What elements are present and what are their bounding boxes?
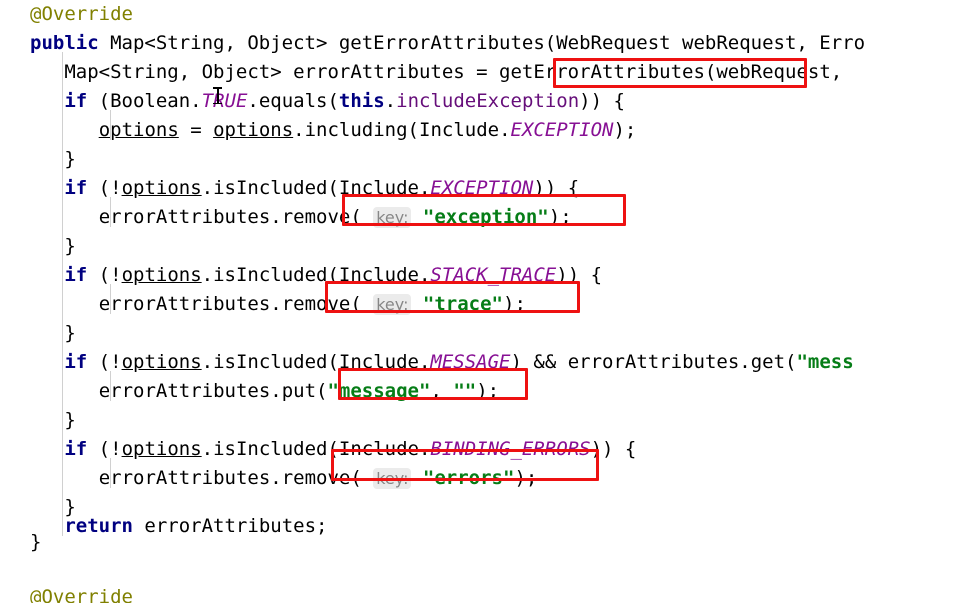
code-token-under: options [98, 119, 179, 141]
code-token-plain: .isIncluded(Include. [201, 438, 431, 460]
code-token-plain: )) { [556, 264, 603, 286]
code-token-plain: (Boolean. [87, 90, 202, 112]
code-token-str: "mess [796, 351, 854, 373]
code-token-const: TRUE [201, 90, 248, 112]
code-token-under: options [121, 438, 202, 460]
code-token-plain: (! [87, 264, 122, 286]
code-token-plain: ); [503, 293, 526, 315]
code-line[interactable]: errorAttributes.remove( key: "trace"); [99, 290, 526, 319]
code-token-plain: .equals( [247, 90, 339, 112]
code-token-plain: . [384, 90, 397, 112]
code-token-plain: } [64, 409, 76, 431]
code-token-plain: (! [87, 177, 122, 199]
code-token-under: options [213, 119, 294, 141]
code-token-kw: if [64, 177, 88, 199]
code-token-plain: ); [548, 206, 572, 228]
code-token-plain: (! [87, 351, 122, 373]
code-token-const: BINDING_ERRORS [430, 438, 591, 460]
code-line[interactable]: @Override [30, 583, 133, 603]
code-line[interactable]: errorAttributes.put("message", ""); [99, 377, 499, 406]
code-token-kw: return [64, 515, 133, 537]
code-token-plain: )) { [533, 177, 580, 199]
code-token-plain: Map<String, Object> getErrorAttributes(W… [98, 32, 866, 54]
code-token-plain: errorAttributes.put( [98, 380, 328, 402]
code-line[interactable]: if (!options.isIncluded(Include.EXCEPTIO… [64, 174, 579, 203]
code-line[interactable]: } [64, 406, 75, 435]
code-token-kw: if [64, 90, 88, 112]
code-token-plain: = [178, 119, 214, 141]
code-token-plain: } [30, 531, 42, 553]
code-token-hint: key: [373, 468, 412, 489]
code-line[interactable]: errorAttributes.remove( key: "exception"… [99, 203, 572, 232]
code-line[interactable]: Map<String, Object> errorAttributes = ge… [64, 58, 853, 87]
code-token-hint: key: [373, 294, 412, 315]
code-token-kw: if [64, 438, 88, 460]
code-token-str: "message" [327, 380, 431, 402]
code-token-const: STACK_TRACE [430, 264, 557, 286]
code-line[interactable]: errorAttributes.remove( key: "errors"); [98, 464, 538, 493]
code-token-under: options [121, 264, 202, 286]
code-token-plain: ); [613, 119, 637, 141]
code-token-plain: Map<String, Object> errorAttributes = ge… [64, 61, 854, 83]
code-token-anno: @Override [30, 586, 133, 603]
code-line[interactable]: } [30, 528, 41, 557]
code-token-plain: .isIncluded(Include. [201, 351, 431, 373]
code-token-const: EXCEPTION [430, 177, 534, 199]
code-token-const: EXCEPTION [510, 119, 614, 141]
code-token-kw: if [64, 264, 88, 286]
code-token-plain: )) { [579, 90, 625, 112]
code-editor-viewport[interactable]: @Override public Map<String, Object> getE… [0, 0, 971, 603]
code-token-plain: errorAttributes.remove( [98, 467, 374, 489]
code-line[interactable]: return errorAttributes; [64, 512, 327, 541]
code-token-kw: public [30, 32, 99, 54]
code-token-plain: ); [476, 380, 500, 402]
code-token-plain: errorAttributes.remove( [98, 293, 374, 315]
code-token-plain: (! [87, 438, 122, 460]
code-token-kw: if [64, 351, 88, 373]
code-token-plain: } [64, 322, 76, 344]
code-line[interactable]: } [64, 145, 75, 174]
code-line[interactable]: } [64, 232, 75, 261]
code-line[interactable]: if (!options.isIncluded(Include.BINDING_… [64, 435, 636, 464]
code-token-plain: .isIncluded(Include. [201, 177, 431, 199]
code-token-plain: .isIncluded(Include. [201, 264, 431, 286]
code-token-under: options [121, 177, 202, 199]
code-line[interactable]: if (!options.isIncluded(Include.MESSAGE)… [64, 348, 853, 377]
code-line[interactable]: public Map<String, Object> getErrorAttri… [30, 29, 865, 58]
code-token-const: MESSAGE [430, 351, 511, 373]
code-line[interactable]: } [64, 319, 75, 348]
code-token-plain: errorAttributes; [132, 515, 328, 537]
code-token-plain: .including(Include. [293, 119, 511, 141]
code-token-str: "exception" [422, 206, 549, 228]
code-token-str: "errors" [422, 467, 515, 489]
code-token-anno: @Override [30, 3, 133, 25]
code-token-kw: this [338, 90, 385, 112]
code-token-plain: )) { [590, 438, 637, 460]
code-token-hint: key: [373, 207, 412, 228]
code-token-str: "" [453, 380, 477, 402]
code-token-plain: ); [514, 467, 538, 489]
code-line[interactable]: if (!options.isIncluded(Include.STACK_TR… [64, 261, 602, 290]
code-token-plain: , [430, 380, 454, 402]
code-token-str: "trace" [422, 293, 503, 315]
code-token-plain: ) && errorAttributes.get( [510, 351, 797, 373]
code-token-plain: errorAttributes.remove( [98, 206, 374, 228]
code-token-field: includeException [396, 90, 580, 112]
code-line[interactable]: if (Boolean.TRUE.equals(this.includeExce… [64, 87, 625, 116]
code-line[interactable]: options = options.including(Include.EXCE… [99, 116, 637, 145]
code-token-plain: } [64, 235, 76, 257]
code-token-plain: } [64, 148, 76, 170]
code-token-under: options [121, 351, 202, 373]
code-line[interactable]: @Override [30, 0, 133, 29]
code-text-layer[interactable]: @Override public Map<String, Object> getE… [0, 0, 971, 603]
